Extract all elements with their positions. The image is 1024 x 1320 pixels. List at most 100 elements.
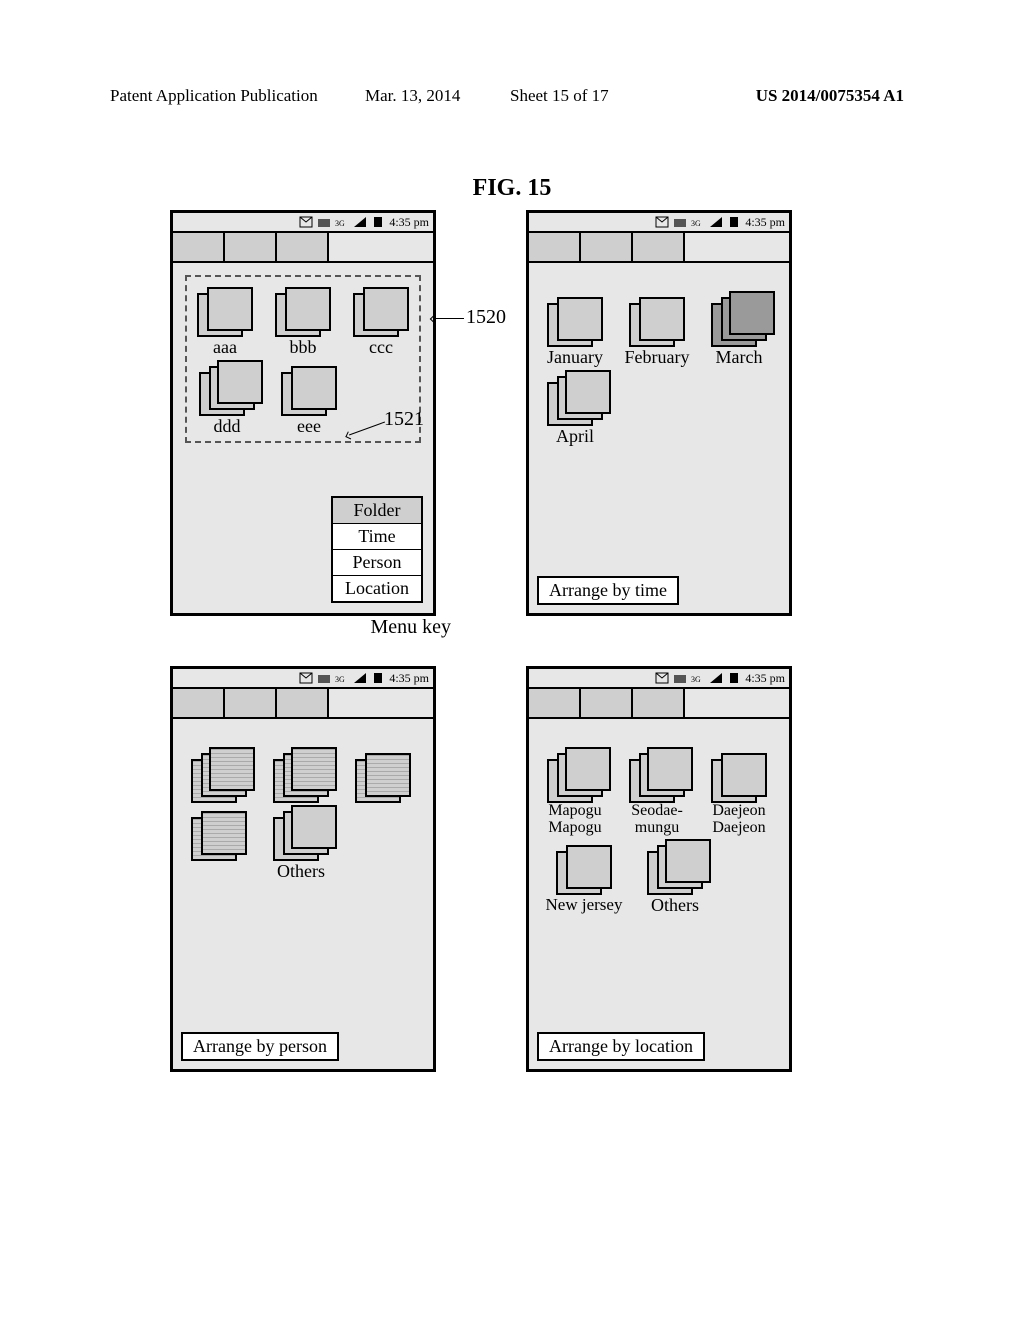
folder-bbb[interactable]: bbb xyxy=(271,283,335,358)
battery-icon xyxy=(727,216,741,228)
signal-icon xyxy=(353,672,367,684)
folder-mapogu[interactable]: MapoguMapogu xyxy=(541,749,609,837)
menu-item-folder[interactable]: Folder xyxy=(333,498,421,524)
header-sheet: Sheet 15 of 17 xyxy=(510,86,609,106)
signal-icon xyxy=(709,672,723,684)
screen-bottom-right: 3G 4:35 pm MapoguMapogu xyxy=(526,666,792,1072)
folder-person-3[interactable] xyxy=(349,749,417,803)
tab-1[interactable] xyxy=(529,689,581,717)
folder-label: MapoguMapogu xyxy=(548,803,601,837)
tab-bar xyxy=(173,231,433,263)
tab-3[interactable] xyxy=(633,233,685,261)
footer-label: Arrange by location xyxy=(537,1032,705,1061)
folder-label: aaa xyxy=(213,337,237,358)
folder-daejeon[interactable]: DaejeonDaejeon xyxy=(705,749,773,837)
signal-3g-icon: 3G xyxy=(335,216,349,228)
folder-newjersey[interactable]: New jersey xyxy=(541,841,627,916)
folder-others[interactable]: Others xyxy=(267,807,335,882)
mail-icon xyxy=(655,216,669,228)
tab-bar xyxy=(529,231,789,263)
folder-label: ddd xyxy=(214,416,241,437)
menu-item-location[interactable]: Location xyxy=(333,576,421,601)
signal-3g-icon: 3G xyxy=(335,672,349,684)
folder-label: DaejeonDaejeon xyxy=(712,803,765,837)
network-icon xyxy=(673,216,687,228)
folder-person-2[interactable] xyxy=(267,749,335,803)
folder-label: Others xyxy=(651,895,699,916)
mail-icon xyxy=(299,672,313,684)
menu-key-label: Menu key xyxy=(370,616,451,639)
patent-page: Patent Application Publication Mar. 13, … xyxy=(0,0,1024,1320)
figure-grid: 3G 4:35 pm aaa xyxy=(170,210,860,1122)
folder-seodaemungu[interactable]: Seodae-mungu xyxy=(623,749,691,837)
status-bar: 3G 4:35 pm xyxy=(529,213,789,231)
tab-filler xyxy=(685,233,789,261)
battery-icon xyxy=(371,216,385,228)
signal-icon xyxy=(709,216,723,228)
folder-label: March xyxy=(716,347,763,368)
signal-3g-icon: 3G xyxy=(691,672,705,684)
folder-label: New jersey xyxy=(546,895,623,915)
tab-2[interactable] xyxy=(225,233,277,261)
menu-item-time[interactable]: Time xyxy=(333,524,421,550)
status-time: 4:35 pm xyxy=(389,671,429,686)
network-icon xyxy=(317,672,331,684)
footer-label: Arrange by person xyxy=(181,1032,339,1061)
status-bar: 3G 4:35 pm xyxy=(173,213,433,231)
svg-text:3G: 3G xyxy=(691,219,701,228)
svg-text:3G: 3G xyxy=(691,675,701,684)
status-bar: 3G 4:35 pm xyxy=(529,669,789,687)
tab-3[interactable] xyxy=(633,689,685,717)
folder-ddd[interactable]: ddd xyxy=(193,362,261,437)
svg-text:3G: 3G xyxy=(335,219,345,228)
tab-1[interactable] xyxy=(173,689,225,717)
folder-eee[interactable]: eee xyxy=(275,362,343,437)
tab-2[interactable] xyxy=(581,233,633,261)
header-number: US 2014/0075354 A1 xyxy=(756,86,904,106)
tab-2[interactable] xyxy=(225,689,277,717)
folder-march[interactable]: March xyxy=(705,293,773,368)
network-icon xyxy=(673,672,687,684)
content-area: aaa bbb ccc ddd eee Folder Time xyxy=(173,263,433,613)
folder-label: April xyxy=(556,426,594,447)
mail-icon xyxy=(299,216,313,228)
folder-label: February xyxy=(625,347,690,368)
folder-january[interactable]: January xyxy=(541,293,609,368)
signal-icon xyxy=(353,216,367,228)
tab-2[interactable] xyxy=(581,689,633,717)
folder-april[interactable]: April xyxy=(541,372,609,447)
mail-icon xyxy=(655,672,669,684)
tab-1[interactable] xyxy=(173,233,225,261)
battery-icon xyxy=(371,672,385,684)
footer-label: Arrange by time xyxy=(537,576,679,605)
content-area: January February March April xyxy=(529,263,789,613)
svg-text:3G: 3G xyxy=(335,675,345,684)
tab-1[interactable] xyxy=(529,233,581,261)
menu-item-person[interactable]: Person xyxy=(333,550,421,576)
row-2: 3G 4:35 pm xyxy=(170,666,860,1072)
folder-label: ccc xyxy=(369,337,393,358)
folder-aaa[interactable]: aaa xyxy=(193,283,257,358)
content-area: MapoguMapogu Seodae-mungu DaejeonDaejeon… xyxy=(529,719,789,1069)
callout-1521: 1521 xyxy=(384,408,424,431)
tab-filler xyxy=(329,689,433,717)
tab-3[interactable] xyxy=(277,689,329,717)
folder-ccc[interactable]: ccc xyxy=(349,283,413,358)
header-publication: Patent Application Publication xyxy=(110,86,318,106)
tab-filler xyxy=(329,233,433,261)
folder-label: Others xyxy=(277,861,325,882)
folder-person-1[interactable] xyxy=(185,749,253,803)
tab-3[interactable] xyxy=(277,233,329,261)
folder-label: bbb xyxy=(290,337,317,358)
folder-person-4[interactable] xyxy=(185,807,253,882)
folder-others[interactable]: Others xyxy=(641,841,709,916)
screen-top-right: 3G 4:35 pm January February March xyxy=(526,210,792,616)
folder-february[interactable]: February xyxy=(623,293,691,368)
header-date: Mar. 13, 2014 xyxy=(365,86,460,106)
folder-label: January xyxy=(547,347,603,368)
figure-title: FIG. 15 xyxy=(0,175,1024,202)
screen-bottom-left: 3G 4:35 pm xyxy=(170,666,436,1072)
callout-1520: 1520 xyxy=(466,306,506,329)
leader-1520 xyxy=(434,318,464,319)
content-area: Others xyxy=(173,719,433,1069)
